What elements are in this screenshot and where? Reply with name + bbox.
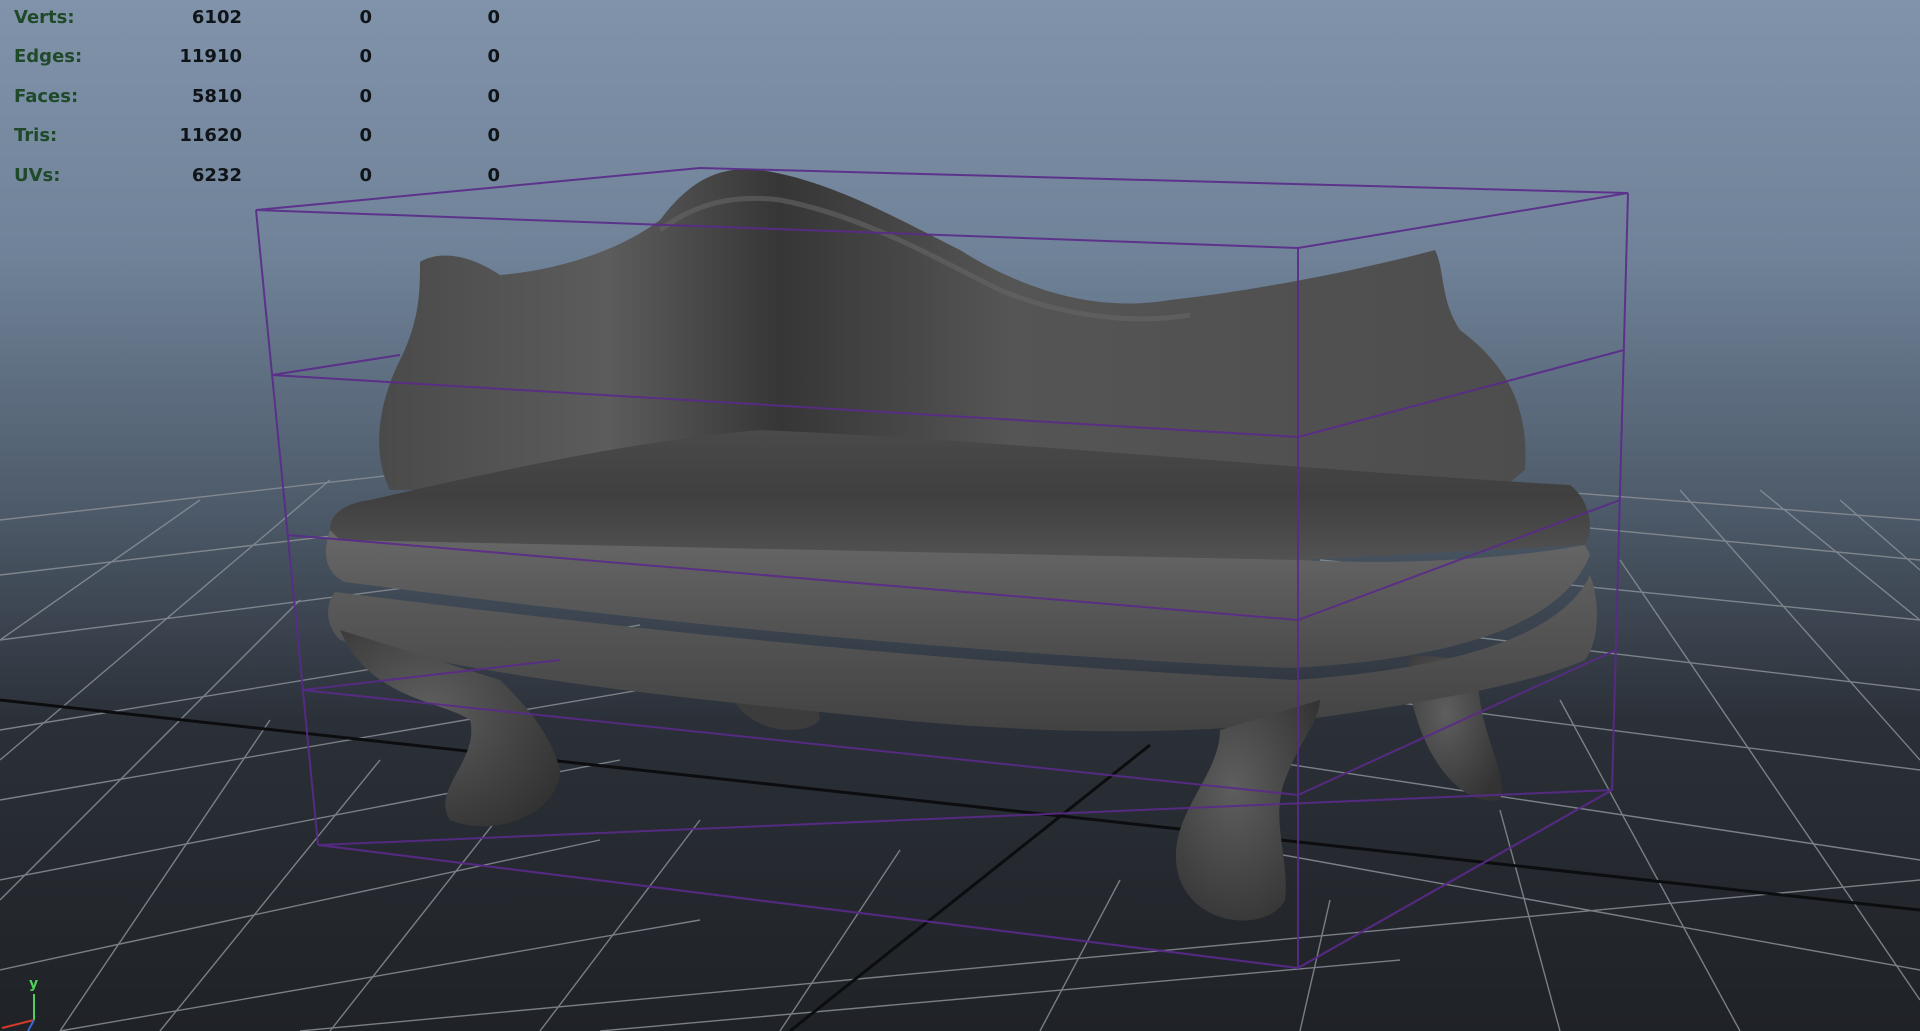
stat-label: Edges: <box>14 46 83 67</box>
stat-value-component: 0 <box>487 165 500 186</box>
stat-value-object: 11620 <box>179 125 242 146</box>
stat-value-component: 0 <box>487 46 500 67</box>
stat-value-object: 6102 <box>191 7 242 28</box>
grid-axis-lines <box>0 698 1920 1031</box>
3d-viewport[interactable]: Verts: 6102 0 0 Edges: 11910 0 0 Faces: … <box>0 0 1920 1031</box>
stat-label: Tris: <box>14 125 58 146</box>
stat-value-component: 0 <box>487 125 500 146</box>
axis-y-label: y <box>29 976 39 992</box>
stat-value-object: 5810 <box>191 86 242 107</box>
stat-value-object: 11910 <box>179 46 242 67</box>
stat-value-selected: 0 <box>359 165 372 186</box>
stat-value-selected: 0 <box>359 46 372 67</box>
stat-label: UVs: <box>14 165 61 186</box>
stat-value-component: 0 <box>487 7 500 28</box>
stat-row-tris: Tris: 11620 0 0 <box>0 125 520 147</box>
stat-value-component: 0 <box>487 86 500 107</box>
stat-value-object: 6232 <box>191 165 242 186</box>
poly-count-hud: Verts: 6102 0 0 Edges: 11910 0 0 Faces: … <box>0 0 520 190</box>
stat-value-selected: 0 <box>359 7 372 28</box>
stat-row-verts: Verts: 6102 0 0 <box>0 7 520 29</box>
view-axis-gizmo: y <box>0 976 60 1031</box>
stat-label: Faces: <box>14 86 79 107</box>
stat-row-uvs: UVs: 6232 0 0 <box>0 165 520 187</box>
stat-value-selected: 0 <box>359 86 372 107</box>
stat-value-selected: 0 <box>359 125 372 146</box>
stat-row-edges: Edges: 11910 0 0 <box>0 46 520 68</box>
stat-label: Verts: <box>14 7 75 28</box>
stat-row-faces: Faces: 5810 0 0 <box>0 86 520 108</box>
